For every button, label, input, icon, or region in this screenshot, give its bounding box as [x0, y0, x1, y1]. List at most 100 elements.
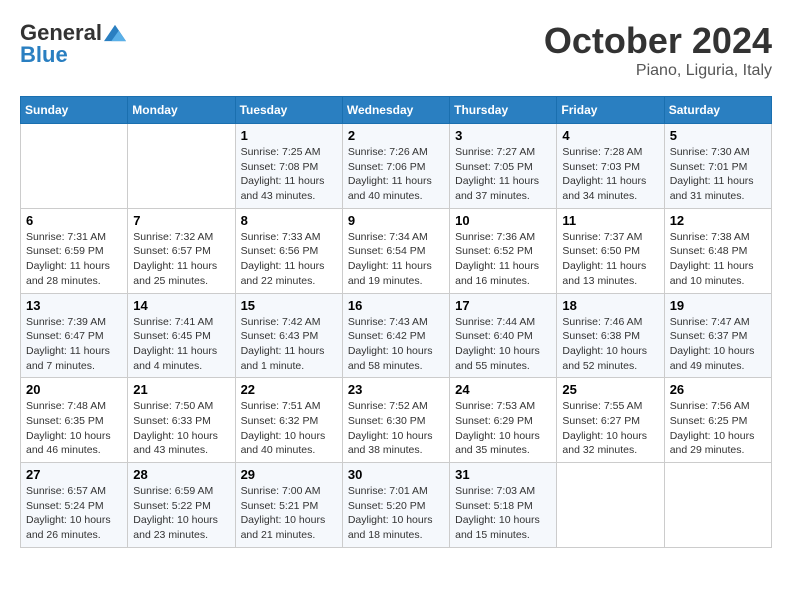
calendar-cell: 4 Sunrise: 7:28 AM Sunset: 7:03 PM Daylig… — [557, 124, 664, 209]
day-info: Sunrise: 7:50 AM Sunset: 6:33 PM Dayligh… — [133, 399, 229, 458]
week-row-1: 1 Sunrise: 7:25 AM Sunset: 7:08 PM Daylig… — [21, 124, 772, 209]
day-info: Sunrise: 7:27 AM Sunset: 7:05 PM Dayligh… — [455, 145, 551, 204]
calendar-cell — [664, 463, 771, 548]
day-number: 24 — [455, 382, 551, 397]
day-info: Sunrise: 7:34 AM Sunset: 6:54 PM Dayligh… — [348, 230, 444, 289]
day-number: 21 — [133, 382, 229, 397]
day-number: 14 — [133, 298, 229, 313]
day-info: Sunrise: 7:56 AM Sunset: 6:25 PM Dayligh… — [670, 399, 766, 458]
day-header-thursday: Thursday — [450, 97, 557, 124]
day-header-tuesday: Tuesday — [235, 97, 342, 124]
day-number: 25 — [562, 382, 658, 397]
day-header-friday: Friday — [557, 97, 664, 124]
day-info: Sunrise: 7:55 AM Sunset: 6:27 PM Dayligh… — [562, 399, 658, 458]
month-title: October 2024 — [544, 20, 772, 62]
calendar-cell: 10Sunrise: 7:36 AM Sunset: 6:52 PM Dayli… — [450, 208, 557, 293]
calendar-cell: 30 Sunrise: 7:01 AM Sunset: 5:20 PM Dayli… — [342, 463, 449, 548]
calendar-cell: 11 Sunrise: 7:37 AM Sunset: 6:50 PM Dayli… — [557, 208, 664, 293]
calendar-cell: 14Sunrise: 7:41 AM Sunset: 6:45 PM Dayli… — [128, 293, 235, 378]
day-info: Sunrise: 7:03 AM Sunset: 5:18 PM Dayligh… — [455, 484, 551, 543]
day-number: 13 — [26, 298, 122, 313]
day-number: 29 — [241, 467, 337, 482]
calendar-cell: 29 Sunrise: 7:00 AM Sunset: 5:21 PM Dayli… — [235, 463, 342, 548]
day-info: Sunrise: 7:51 AM Sunset: 6:32 PM Dayligh… — [241, 399, 337, 458]
page-header: General Blue October 2024 Piano, Liguria… — [20, 20, 772, 80]
day-number: 20 — [26, 382, 122, 397]
calendar-cell: 9 Sunrise: 7:34 AM Sunset: 6:54 PM Daylig… — [342, 208, 449, 293]
calendar-cell: 1 Sunrise: 7:25 AM Sunset: 7:08 PM Daylig… — [235, 124, 342, 209]
day-number: 31 — [455, 467, 551, 482]
calendar-cell: 27 Sunrise: 6:57 AM Sunset: 5:24 PM Dayli… — [21, 463, 128, 548]
day-info: Sunrise: 7:25 AM Sunset: 7:08 PM Dayligh… — [241, 145, 337, 204]
calendar-cell: 8Sunrise: 7:33 AM Sunset: 6:56 PM Daylig… — [235, 208, 342, 293]
day-info: Sunrise: 7:53 AM Sunset: 6:29 PM Dayligh… — [455, 399, 551, 458]
week-row-2: 6 Sunrise: 7:31 AM Sunset: 6:59 PM Daylig… — [21, 208, 772, 293]
calendar-cell: 22 Sunrise: 7:51 AM Sunset: 6:32 PM Dayli… — [235, 378, 342, 463]
day-number: 8 — [241, 213, 337, 228]
calendar-cell: 20 Sunrise: 7:48 AM Sunset: 6:35 PM Dayli… — [21, 378, 128, 463]
calendar-cell: 21 Sunrise: 7:50 AM Sunset: 6:33 PM Dayli… — [128, 378, 235, 463]
day-info: Sunrise: 7:32 AM Sunset: 6:57 PM Dayligh… — [133, 230, 229, 289]
day-info: Sunrise: 7:39 AM Sunset: 6:47 PM Dayligh… — [26, 315, 122, 374]
day-number: 23 — [348, 382, 444, 397]
day-number: 11 — [562, 213, 658, 228]
day-info: Sunrise: 6:59 AM Sunset: 5:22 PM Dayligh… — [133, 484, 229, 543]
calendar-cell: 28 Sunrise: 6:59 AM Sunset: 5:22 PM Dayli… — [128, 463, 235, 548]
week-row-5: 27 Sunrise: 6:57 AM Sunset: 5:24 PM Dayli… — [21, 463, 772, 548]
day-info: Sunrise: 7:37 AM Sunset: 6:50 PM Dayligh… — [562, 230, 658, 289]
day-info: Sunrise: 7:28 AM Sunset: 7:03 PM Dayligh… — [562, 145, 658, 204]
day-header-sunday: Sunday — [21, 97, 128, 124]
calendar-cell — [557, 463, 664, 548]
day-info: Sunrise: 7:31 AM Sunset: 6:59 PM Dayligh… — [26, 230, 122, 289]
title-block: October 2024 Piano, Liguria, Italy — [544, 20, 772, 80]
calendar-cell: 7Sunrise: 7:32 AM Sunset: 6:57 PM Daylig… — [128, 208, 235, 293]
day-number: 9 — [348, 213, 444, 228]
calendar-cell: 25 Sunrise: 7:55 AM Sunset: 6:27 PM Dayli… — [557, 378, 664, 463]
day-number: 3 — [455, 128, 551, 143]
day-number: 6 — [26, 213, 122, 228]
day-number: 28 — [133, 467, 229, 482]
calendar-cell: 26 Sunrise: 7:56 AM Sunset: 6:25 PM Dayli… — [664, 378, 771, 463]
day-number: 15 — [241, 298, 337, 313]
day-info: Sunrise: 7:36 AM Sunset: 6:52 PM Dayligh… — [455, 230, 551, 289]
calendar-cell: 6 Sunrise: 7:31 AM Sunset: 6:59 PM Daylig… — [21, 208, 128, 293]
day-info: Sunrise: 7:42 AM Sunset: 6:43 PM Dayligh… — [241, 315, 337, 374]
day-number: 30 — [348, 467, 444, 482]
day-info: Sunrise: 7:43 AM Sunset: 6:42 PM Dayligh… — [348, 315, 444, 374]
day-number: 22 — [241, 382, 337, 397]
day-info: Sunrise: 7:26 AM Sunset: 7:06 PM Dayligh… — [348, 145, 444, 204]
day-number: 17 — [455, 298, 551, 313]
day-number: 26 — [670, 382, 766, 397]
day-number: 2 — [348, 128, 444, 143]
day-info: Sunrise: 7:52 AM Sunset: 6:30 PM Dayligh… — [348, 399, 444, 458]
header-row: SundayMondayTuesdayWednesdayThursdayFrid… — [21, 97, 772, 124]
day-info: Sunrise: 7:38 AM Sunset: 6:48 PM Dayligh… — [670, 230, 766, 289]
day-number: 1 — [241, 128, 337, 143]
calendar-cell: 2 Sunrise: 7:26 AM Sunset: 7:06 PM Daylig… — [342, 124, 449, 209]
day-info: Sunrise: 7:47 AM Sunset: 6:37 PM Dayligh… — [670, 315, 766, 374]
calendar-cell: 24 Sunrise: 7:53 AM Sunset: 6:29 PM Dayli… — [450, 378, 557, 463]
week-row-4: 20 Sunrise: 7:48 AM Sunset: 6:35 PM Dayli… — [21, 378, 772, 463]
day-number: 27 — [26, 467, 122, 482]
day-number: 5 — [670, 128, 766, 143]
day-number: 4 — [562, 128, 658, 143]
calendar-cell: 5 Sunrise: 7:30 AM Sunset: 7:01 PM Daylig… — [664, 124, 771, 209]
day-info: Sunrise: 7:44 AM Sunset: 6:40 PM Dayligh… — [455, 315, 551, 374]
day-info: Sunrise: 7:48 AM Sunset: 6:35 PM Dayligh… — [26, 399, 122, 458]
calendar-cell: 12Sunrise: 7:38 AM Sunset: 6:48 PM Dayli… — [664, 208, 771, 293]
day-info: Sunrise: 7:00 AM Sunset: 5:21 PM Dayligh… — [241, 484, 337, 543]
calendar-cell — [21, 124, 128, 209]
day-info: Sunrise: 6:57 AM Sunset: 5:24 PM Dayligh… — [26, 484, 122, 543]
day-number: 18 — [562, 298, 658, 313]
calendar-cell: 3 Sunrise: 7:27 AM Sunset: 7:05 PM Daylig… — [450, 124, 557, 209]
logo: General Blue — [20, 20, 126, 68]
day-info: Sunrise: 7:30 AM Sunset: 7:01 PM Dayligh… — [670, 145, 766, 204]
day-number: 16 — [348, 298, 444, 313]
calendar-cell: 15 Sunrise: 7:42 AM Sunset: 6:43 PM Dayli… — [235, 293, 342, 378]
day-number: 19 — [670, 298, 766, 313]
calendar-cell: 16 Sunrise: 7:43 AM Sunset: 6:42 PM Dayli… — [342, 293, 449, 378]
calendar-cell: 31 Sunrise: 7:03 AM Sunset: 5:18 PM Dayli… — [450, 463, 557, 548]
location-subtitle: Piano, Liguria, Italy — [544, 62, 772, 80]
day-info: Sunrise: 7:01 AM Sunset: 5:20 PM Dayligh… — [348, 484, 444, 543]
calendar-table: SundayMondayTuesdayWednesdayThursdayFrid… — [20, 96, 772, 548]
